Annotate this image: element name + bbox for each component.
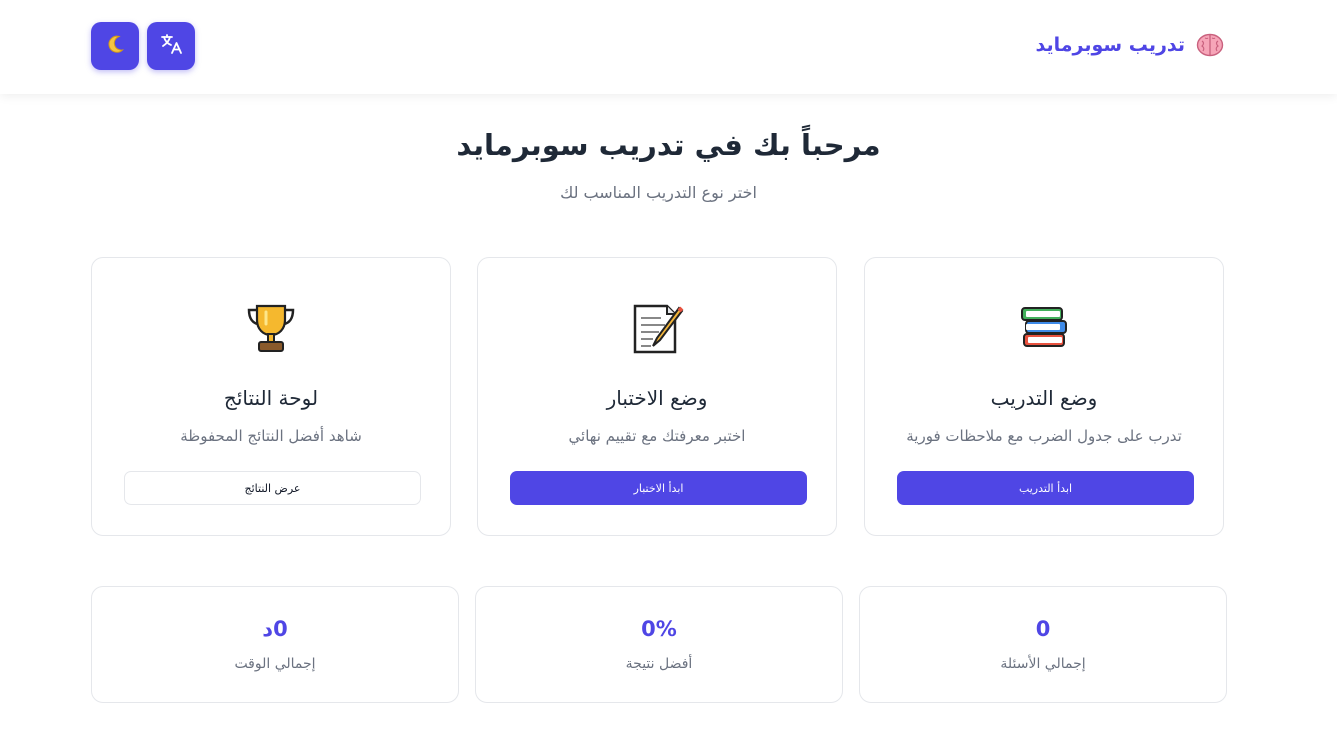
view-results-button[interactable]: عرض النتائج bbox=[124, 471, 421, 505]
stat-total-questions: 0 إجمالي الأسئلة bbox=[859, 586, 1227, 703]
memo-icon bbox=[478, 300, 836, 356]
brain-icon bbox=[1195, 30, 1225, 60]
page-title: مرحباً بك في تدريب سوبرمايد bbox=[456, 128, 881, 162]
start-training-button[interactable]: ابدأ التدريب bbox=[897, 471, 1194, 505]
moon-icon bbox=[104, 33, 126, 59]
trophy-icon bbox=[92, 300, 450, 356]
brand-title: تدريب سوبرمايد bbox=[1035, 34, 1185, 56]
card-title: وضع التدريب bbox=[990, 386, 1098, 410]
training-mode-card: وضع التدريب تدرب على جدول الضرب مع ملاحظ… bbox=[864, 257, 1224, 536]
stat-value: 0 bbox=[1035, 617, 1051, 641]
stat-label: إجمالي الأسئلة bbox=[1000, 656, 1086, 672]
stat-total-time: 0د إجمالي الوقت bbox=[91, 586, 459, 703]
stat-label: إجمالي الوقت bbox=[234, 656, 316, 672]
brand[interactable]: تدريب سوبرمايد bbox=[1036, 30, 1225, 60]
card-description: اختبر معرفتك مع تقييم نهائي bbox=[568, 427, 746, 445]
app-header: تدريب سوبرمايد bbox=[0, 0, 1337, 94]
card-title: وضع الاختبار bbox=[606, 386, 708, 410]
page-subtitle: اختر نوع التدريب المناسب لك bbox=[560, 183, 757, 202]
theme-toggle-button[interactable] bbox=[91, 22, 139, 70]
books-icon bbox=[865, 300, 1223, 352]
translate-icon bbox=[159, 32, 183, 60]
stat-value: 0% bbox=[641, 617, 677, 641]
language-toggle-button[interactable] bbox=[147, 22, 195, 70]
card-description: شاهد أفضل النتائج المحفوظة bbox=[180, 427, 362, 445]
leaderboard-card: لوحة النتائج شاهد أفضل النتائج المحفوظة … bbox=[91, 257, 451, 536]
start-quiz-button[interactable]: ابدأ الاختبار bbox=[510, 471, 807, 505]
quiz-mode-card: وضع الاختبار اختبر معرفتك مع تقييم نهائي… bbox=[477, 257, 837, 536]
stat-label: أفضل نتيجة bbox=[625, 656, 693, 672]
card-description: تدرب على جدول الضرب مع ملاحظات فورية bbox=[906, 427, 1182, 445]
stat-best-score: 0% أفضل نتيجة bbox=[475, 586, 843, 703]
stat-value: 0د bbox=[262, 617, 288, 641]
card-title: لوحة النتائج bbox=[223, 386, 319, 410]
